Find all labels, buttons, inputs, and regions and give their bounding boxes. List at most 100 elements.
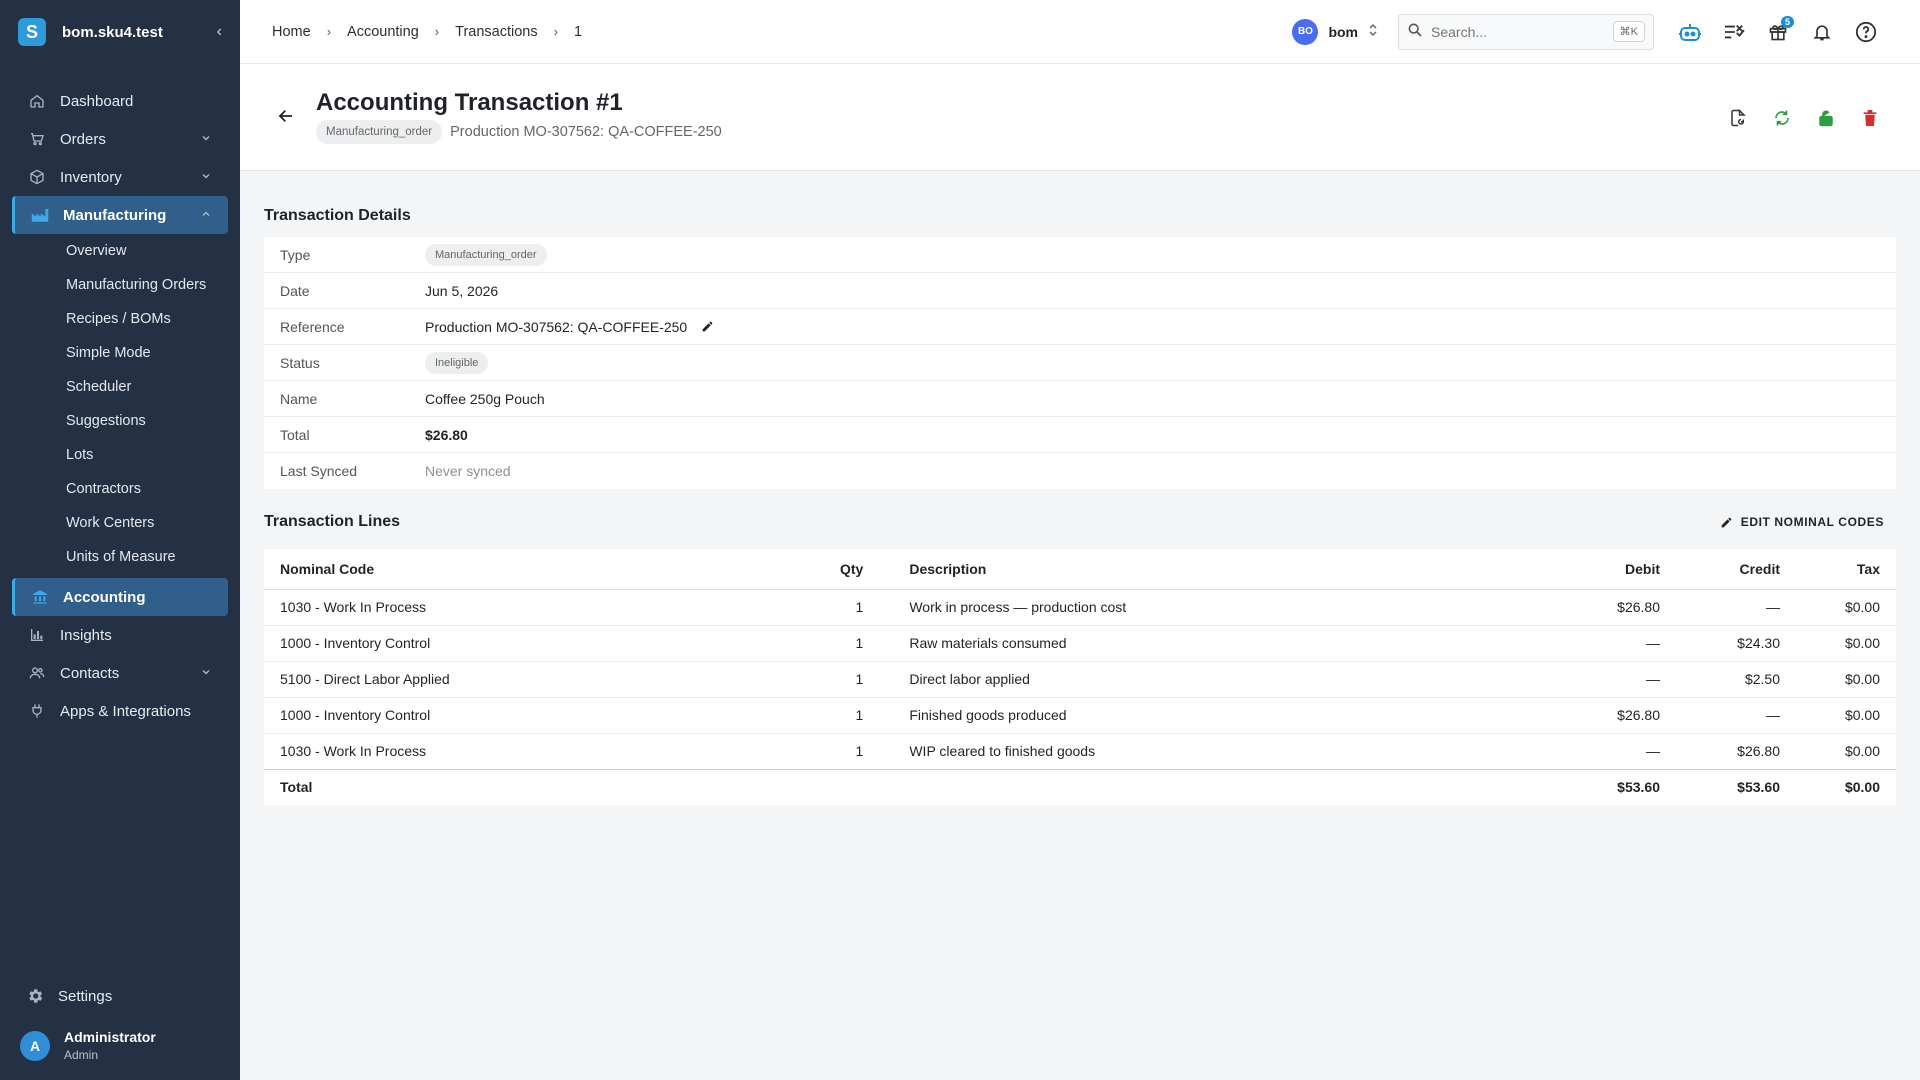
unlock-icon[interactable] — [1804, 104, 1848, 132]
sidebar-item-apps-integrations[interactable]: Apps & Integrations — [0, 692, 240, 730]
back-arrow-icon[interactable] — [274, 104, 298, 128]
detail-label: Reference — [280, 318, 345, 335]
sidebar-item-label: Accounting — [63, 588, 146, 606]
edit-nominal-codes-label: EDIT NOMINAL CODES — [1740, 515, 1884, 529]
breadcrumb-transactions[interactable]: Transactions — [455, 24, 537, 40]
cell-description: Raw materials consumed — [879, 625, 1516, 662]
user-role: Admin — [64, 1048, 99, 1062]
assistant-robot-icon[interactable] — [1668, 12, 1712, 52]
unfold-icon — [1368, 23, 1378, 40]
search-box[interactable]: ⌘K — [1398, 13, 1654, 50]
topbar-actions: 5 — [1668, 12, 1888, 52]
sidebar-item-label: Apps & Integrations — [60, 702, 191, 720]
chevron-down-icon[interactable] — [200, 170, 212, 185]
sidebar-item-insights[interactable]: Insights — [0, 616, 240, 654]
brand-logo[interactable]: S — [18, 18, 46, 46]
sidebar-subitem-scheduler[interactable]: Scheduler — [0, 370, 240, 404]
main-content: Transaction Details Type Manufacturing_o… — [264, 171, 1896, 805]
collapse-sidebar-icon[interactable]: ‹ — [217, 23, 222, 41]
box-icon — [28, 168, 46, 186]
sidebar-subitem-contractors[interactable]: Contractors — [0, 472, 240, 506]
table-header-row: Nominal Code Qty Description Debit Credi… — [264, 549, 1896, 590]
bell-icon[interactable] — [1800, 12, 1844, 52]
table-row: 1000 - Inventory Control 1 Finished good… — [264, 697, 1896, 734]
edit-pencil-icon[interactable] — [701, 320, 714, 333]
column-header-debit[interactable]: Debit — [1516, 549, 1676, 590]
transaction-lines-header: Transaction Lines EDIT NOMINAL CODES — [264, 509, 1896, 535]
sidebar-item-contacts[interactable]: Contacts — [0, 654, 240, 692]
cell-tax: $0.00 — [1796, 589, 1896, 626]
sidebar-item-orders[interactable]: Orders — [0, 120, 240, 158]
sidebar-item-dashboard[interactable]: Dashboard — [0, 82, 240, 120]
cell-nominal-code: 5100 - Direct Labor Applied — [264, 661, 824, 698]
reference-text: Production MO-307562: QA-COFFEE-250 — [450, 124, 722, 140]
cart-icon — [28, 130, 46, 148]
user-profile[interactable]: A Administrator Admin — [0, 1015, 240, 1080]
edit-nominal-codes-button[interactable]: EDIT NOMINAL CODES — [1708, 509, 1896, 535]
sidebar-item-manufacturing[interactable]: Manufacturing — [12, 196, 228, 234]
sidebar-item-settings[interactable]: Settings — [0, 977, 240, 1015]
transaction-details: Type Manufacturing_order Date Jun 5, 202… — [264, 237, 1896, 489]
column-header-nominal-code[interactable]: Nominal Code — [264, 549, 824, 590]
cell-credit: — — [1676, 697, 1796, 734]
detail-row-type: Type Manufacturing_order — [264, 237, 1896, 273]
sidebar-item-inventory[interactable]: Inventory — [0, 158, 240, 196]
total-credit: $53.60 — [1676, 768, 1796, 805]
cell-debit: $26.80 — [1516, 589, 1676, 626]
cell-credit: $24.30 — [1676, 625, 1796, 662]
breadcrumb-home[interactable]: Home — [272, 24, 311, 40]
breadcrumb-separator-icon: › — [326, 24, 332, 39]
edit-pencil-icon — [1721, 517, 1732, 527]
main-nav: Dashboard Orders Inventory Manufacturing… — [0, 82, 240, 730]
export-document-icon[interactable] — [1716, 104, 1760, 132]
cell-debit: — — [1516, 661, 1676, 698]
transaction-lines-table: Nominal Code Qty Description Debit Credi… — [264, 549, 1896, 805]
column-header-credit[interactable]: Credit — [1676, 549, 1796, 590]
avatar[interactable]: A — [20, 1030, 50, 1061]
cell-qty: 1 — [824, 733, 880, 770]
total-label: Total — [264, 768, 824, 805]
org-badge: BO — [1292, 18, 1319, 45]
transaction-lines-heading: Transaction Lines — [264, 513, 401, 530]
total-debit: $53.60 — [1516, 768, 1676, 805]
column-header-qty[interactable]: Qty — [824, 549, 880, 590]
cell-debit: — — [1516, 733, 1676, 770]
cell-description: Direct labor applied — [879, 661, 1516, 698]
detail-row-last-synced: Last Synced Never synced — [264, 453, 1896, 489]
help-icon[interactable] — [1844, 12, 1888, 52]
chevron-down-icon[interactable] — [200, 132, 212, 147]
detail-value: Jun 5, 2026 — [425, 282, 499, 299]
sidebar-subitem-suggestions[interactable]: Suggestions — [0, 404, 240, 438]
column-header-tax[interactable]: Tax — [1796, 549, 1896, 590]
sidebar-subitem-overview[interactable]: Overview — [0, 234, 240, 268]
sidebar-subitem-units-of-measure[interactable]: Units of Measure — [0, 540, 240, 574]
sidebar-item-label: Inventory — [60, 168, 122, 186]
breadcrumb-accounting[interactable]: Accounting — [347, 24, 419, 40]
type-chip: Manufacturing_order — [316, 120, 443, 144]
cell-tax: $0.00 — [1796, 625, 1896, 662]
breadcrumb-separator-icon: › — [434, 24, 440, 39]
detail-label: Date — [280, 282, 310, 299]
org-switcher[interactable]: BO bom — [1292, 18, 1378, 45]
gift-icon[interactable]: 5 — [1756, 12, 1800, 52]
sidebar-item-label: Settings — [58, 987, 113, 1005]
sidebar-subitem-lots[interactable]: Lots — [0, 438, 240, 472]
brand-name[interactable]: bom.sku4.test — [62, 24, 217, 41]
chevron-up-icon[interactable] — [200, 208, 212, 223]
sidebar-subitem-recipes-boms[interactable]: Recipes / BOMs — [0, 302, 240, 336]
cell-nominal-code: 1000 - Inventory Control — [264, 697, 824, 734]
cell-description: WIP cleared to finished goods — [879, 733, 1516, 770]
sidebar-subitem-manufacturing-orders[interactable]: Manufacturing Orders — [0, 268, 240, 302]
sidebar-item-accounting[interactable]: Accounting — [12, 578, 228, 616]
delete-trash-icon[interactable] — [1848, 104, 1892, 132]
tasks-checklist-icon[interactable] — [1712, 12, 1756, 52]
detail-row-status: Status Ineligible — [264, 345, 1896, 381]
chevron-down-icon[interactable] — [200, 666, 212, 681]
column-header-description[interactable]: Description — [879, 549, 1516, 590]
sidebar-item-label: Dashboard — [60, 92, 134, 110]
sidebar-subitem-simple-mode[interactable]: Simple Mode — [0, 336, 240, 370]
search-input[interactable] — [1431, 23, 1613, 40]
cell-credit: $26.80 — [1676, 733, 1796, 770]
sidebar-subitem-work-centers[interactable]: Work Centers — [0, 506, 240, 540]
sync-icon[interactable] — [1760, 104, 1804, 132]
